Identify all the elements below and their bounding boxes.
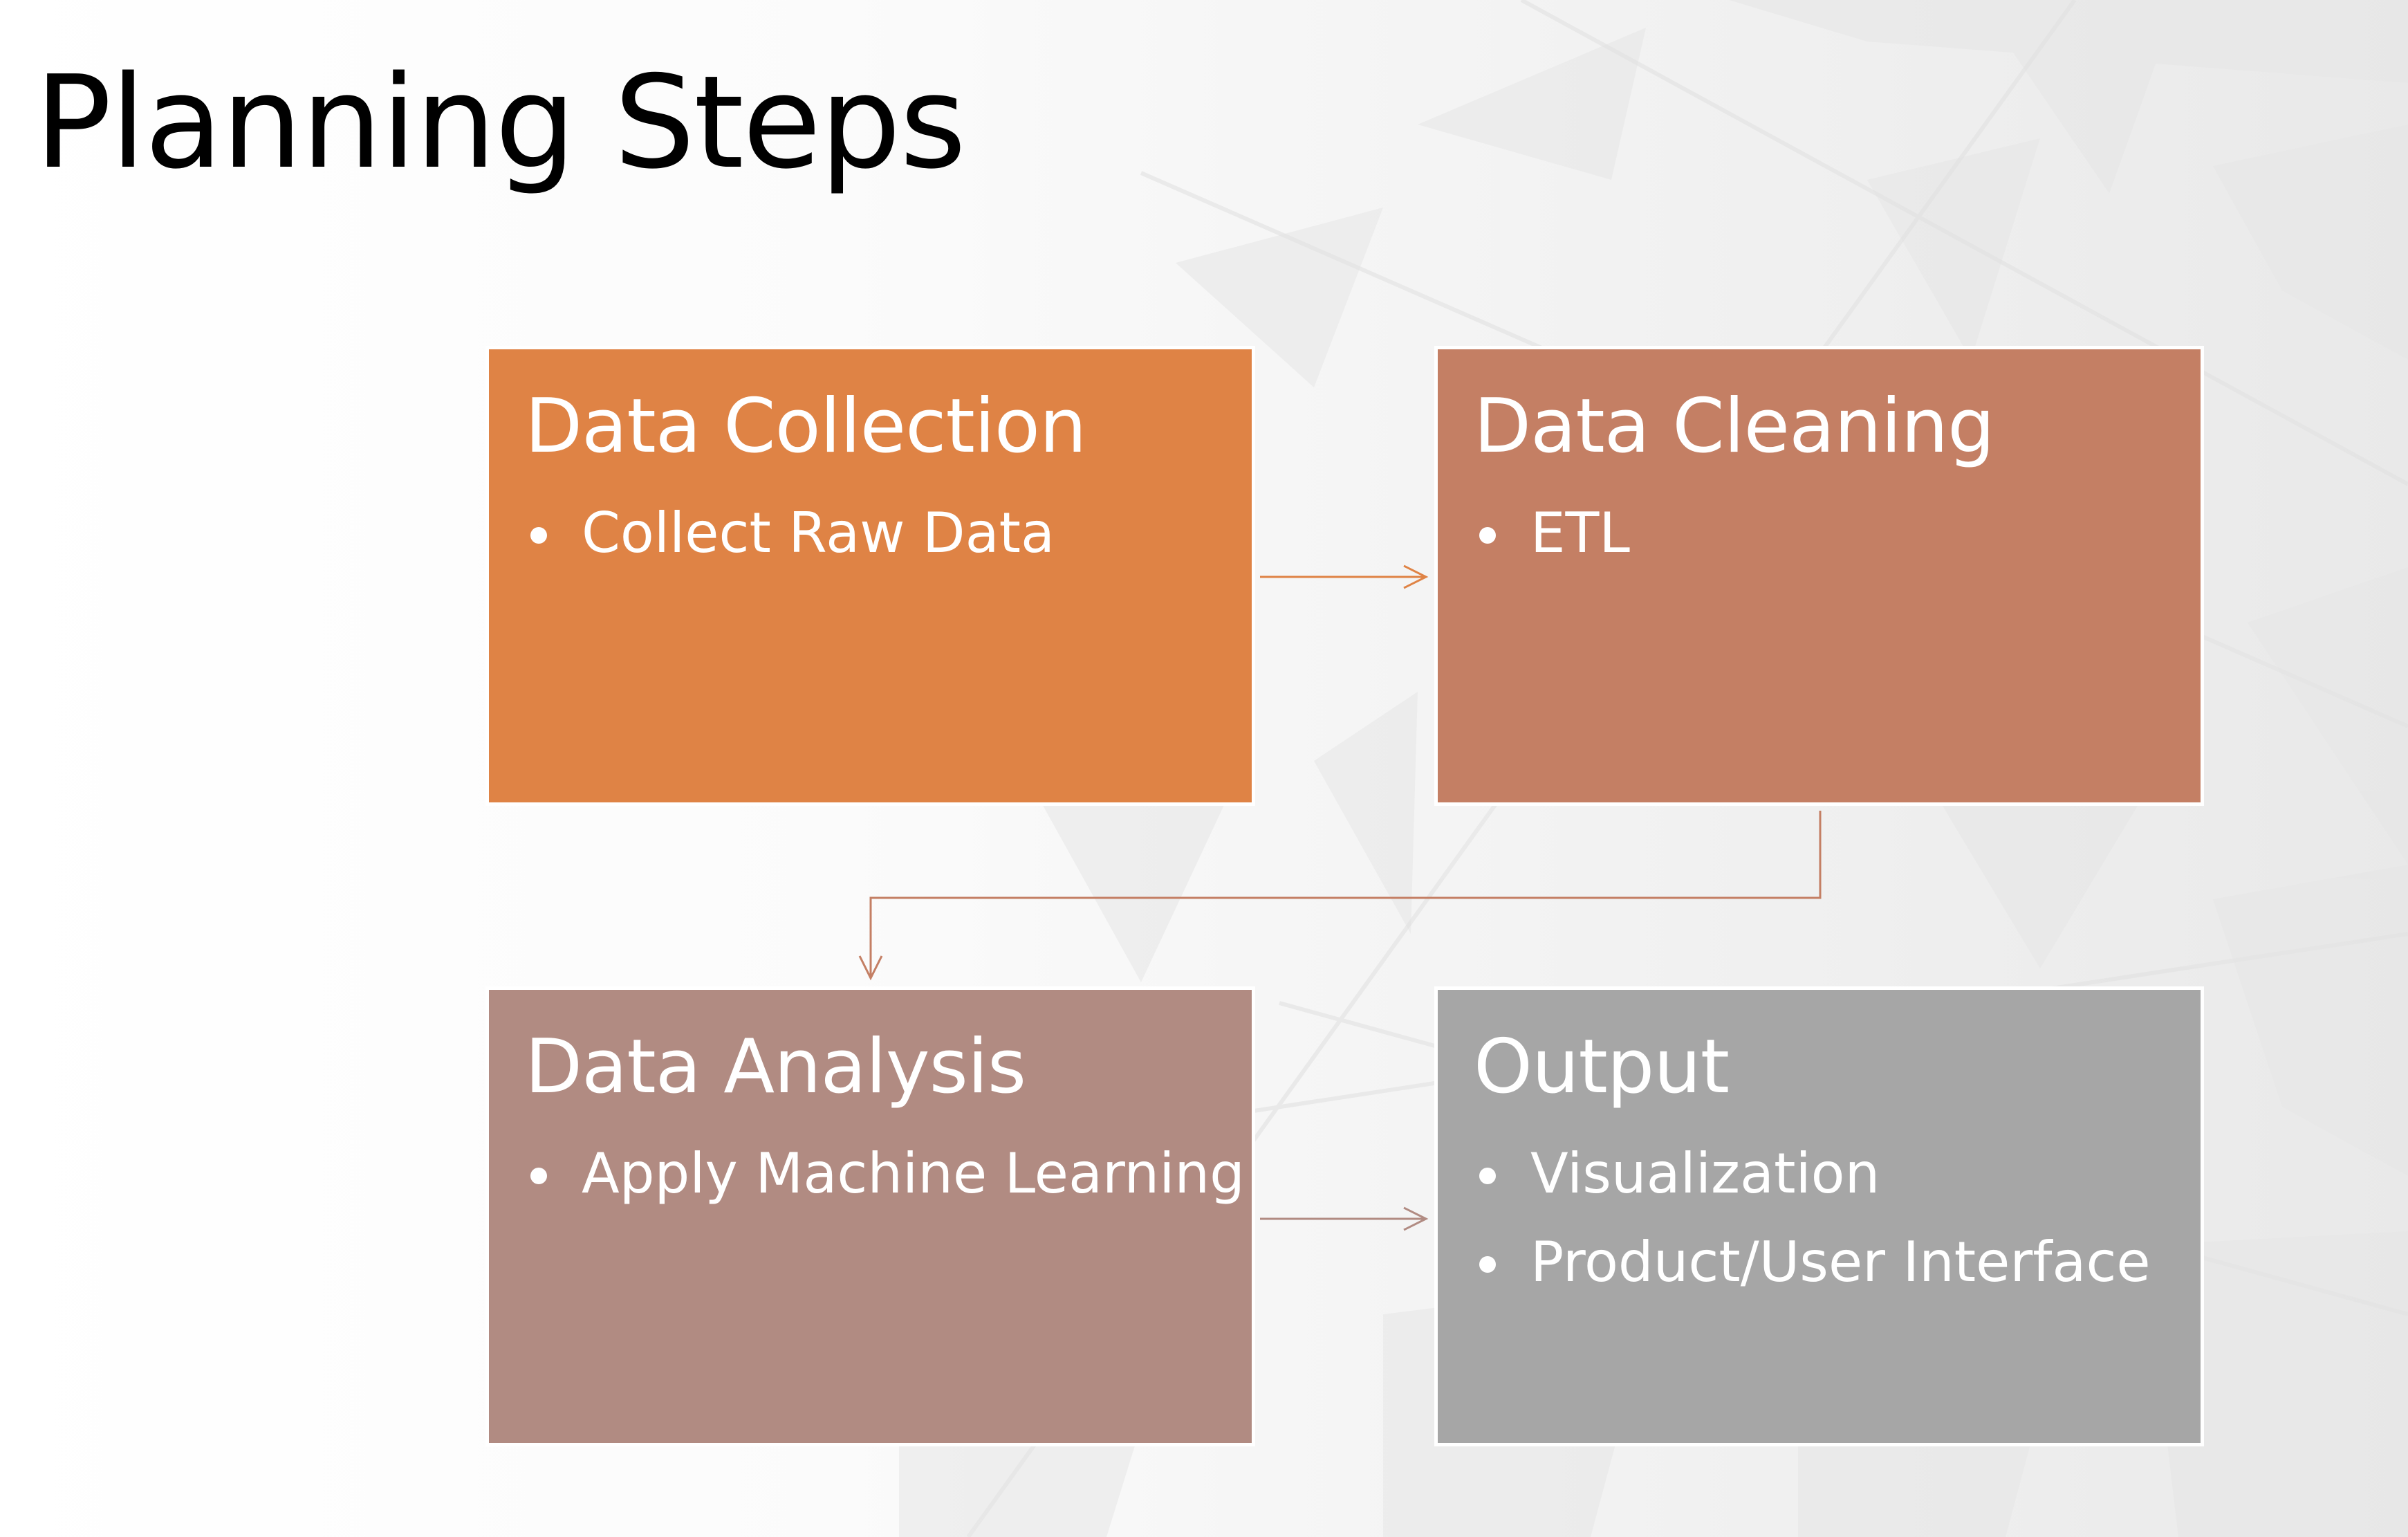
step-title: Data Collection (525, 383, 1086, 470)
step-bullet: Collect Raw Data (525, 496, 1252, 571)
step-bullet: Apply Machine Learning (525, 1136, 1252, 1211)
step-bullet-list: Apply Machine Learning (525, 1136, 1252, 1211)
step-bullet: ETL (1474, 496, 2201, 571)
step-bullet-list: Visualization Product/User Interface (1474, 1136, 2201, 1300)
step-title: Output (1474, 1024, 1730, 1110)
step-box-output: Output Visualization Product/User Interf… (1434, 986, 2204, 1446)
step-bullet: Product/User Interface (1474, 1225, 2201, 1300)
slide: Planning Steps Data Collection Collect R… (0, 0, 2408, 1537)
step-title: Data Cleaning (1474, 383, 1995, 470)
step-bullet-list: Collect Raw Data (525, 496, 1252, 571)
step-bullet: Visualization (1474, 1136, 2201, 1211)
slide-title: Planning Steps (35, 48, 966, 197)
step-box-data-analysis: Data Analysis Apply Machine Learning (485, 986, 1255, 1446)
step-box-data-collection: Data Collection Collect Raw Data (485, 346, 1255, 806)
step-bullet-list: ETL (1474, 496, 2201, 571)
step-title: Data Analysis (525, 1024, 1026, 1110)
step-box-data-cleaning: Data Cleaning ETL (1434, 346, 2204, 806)
